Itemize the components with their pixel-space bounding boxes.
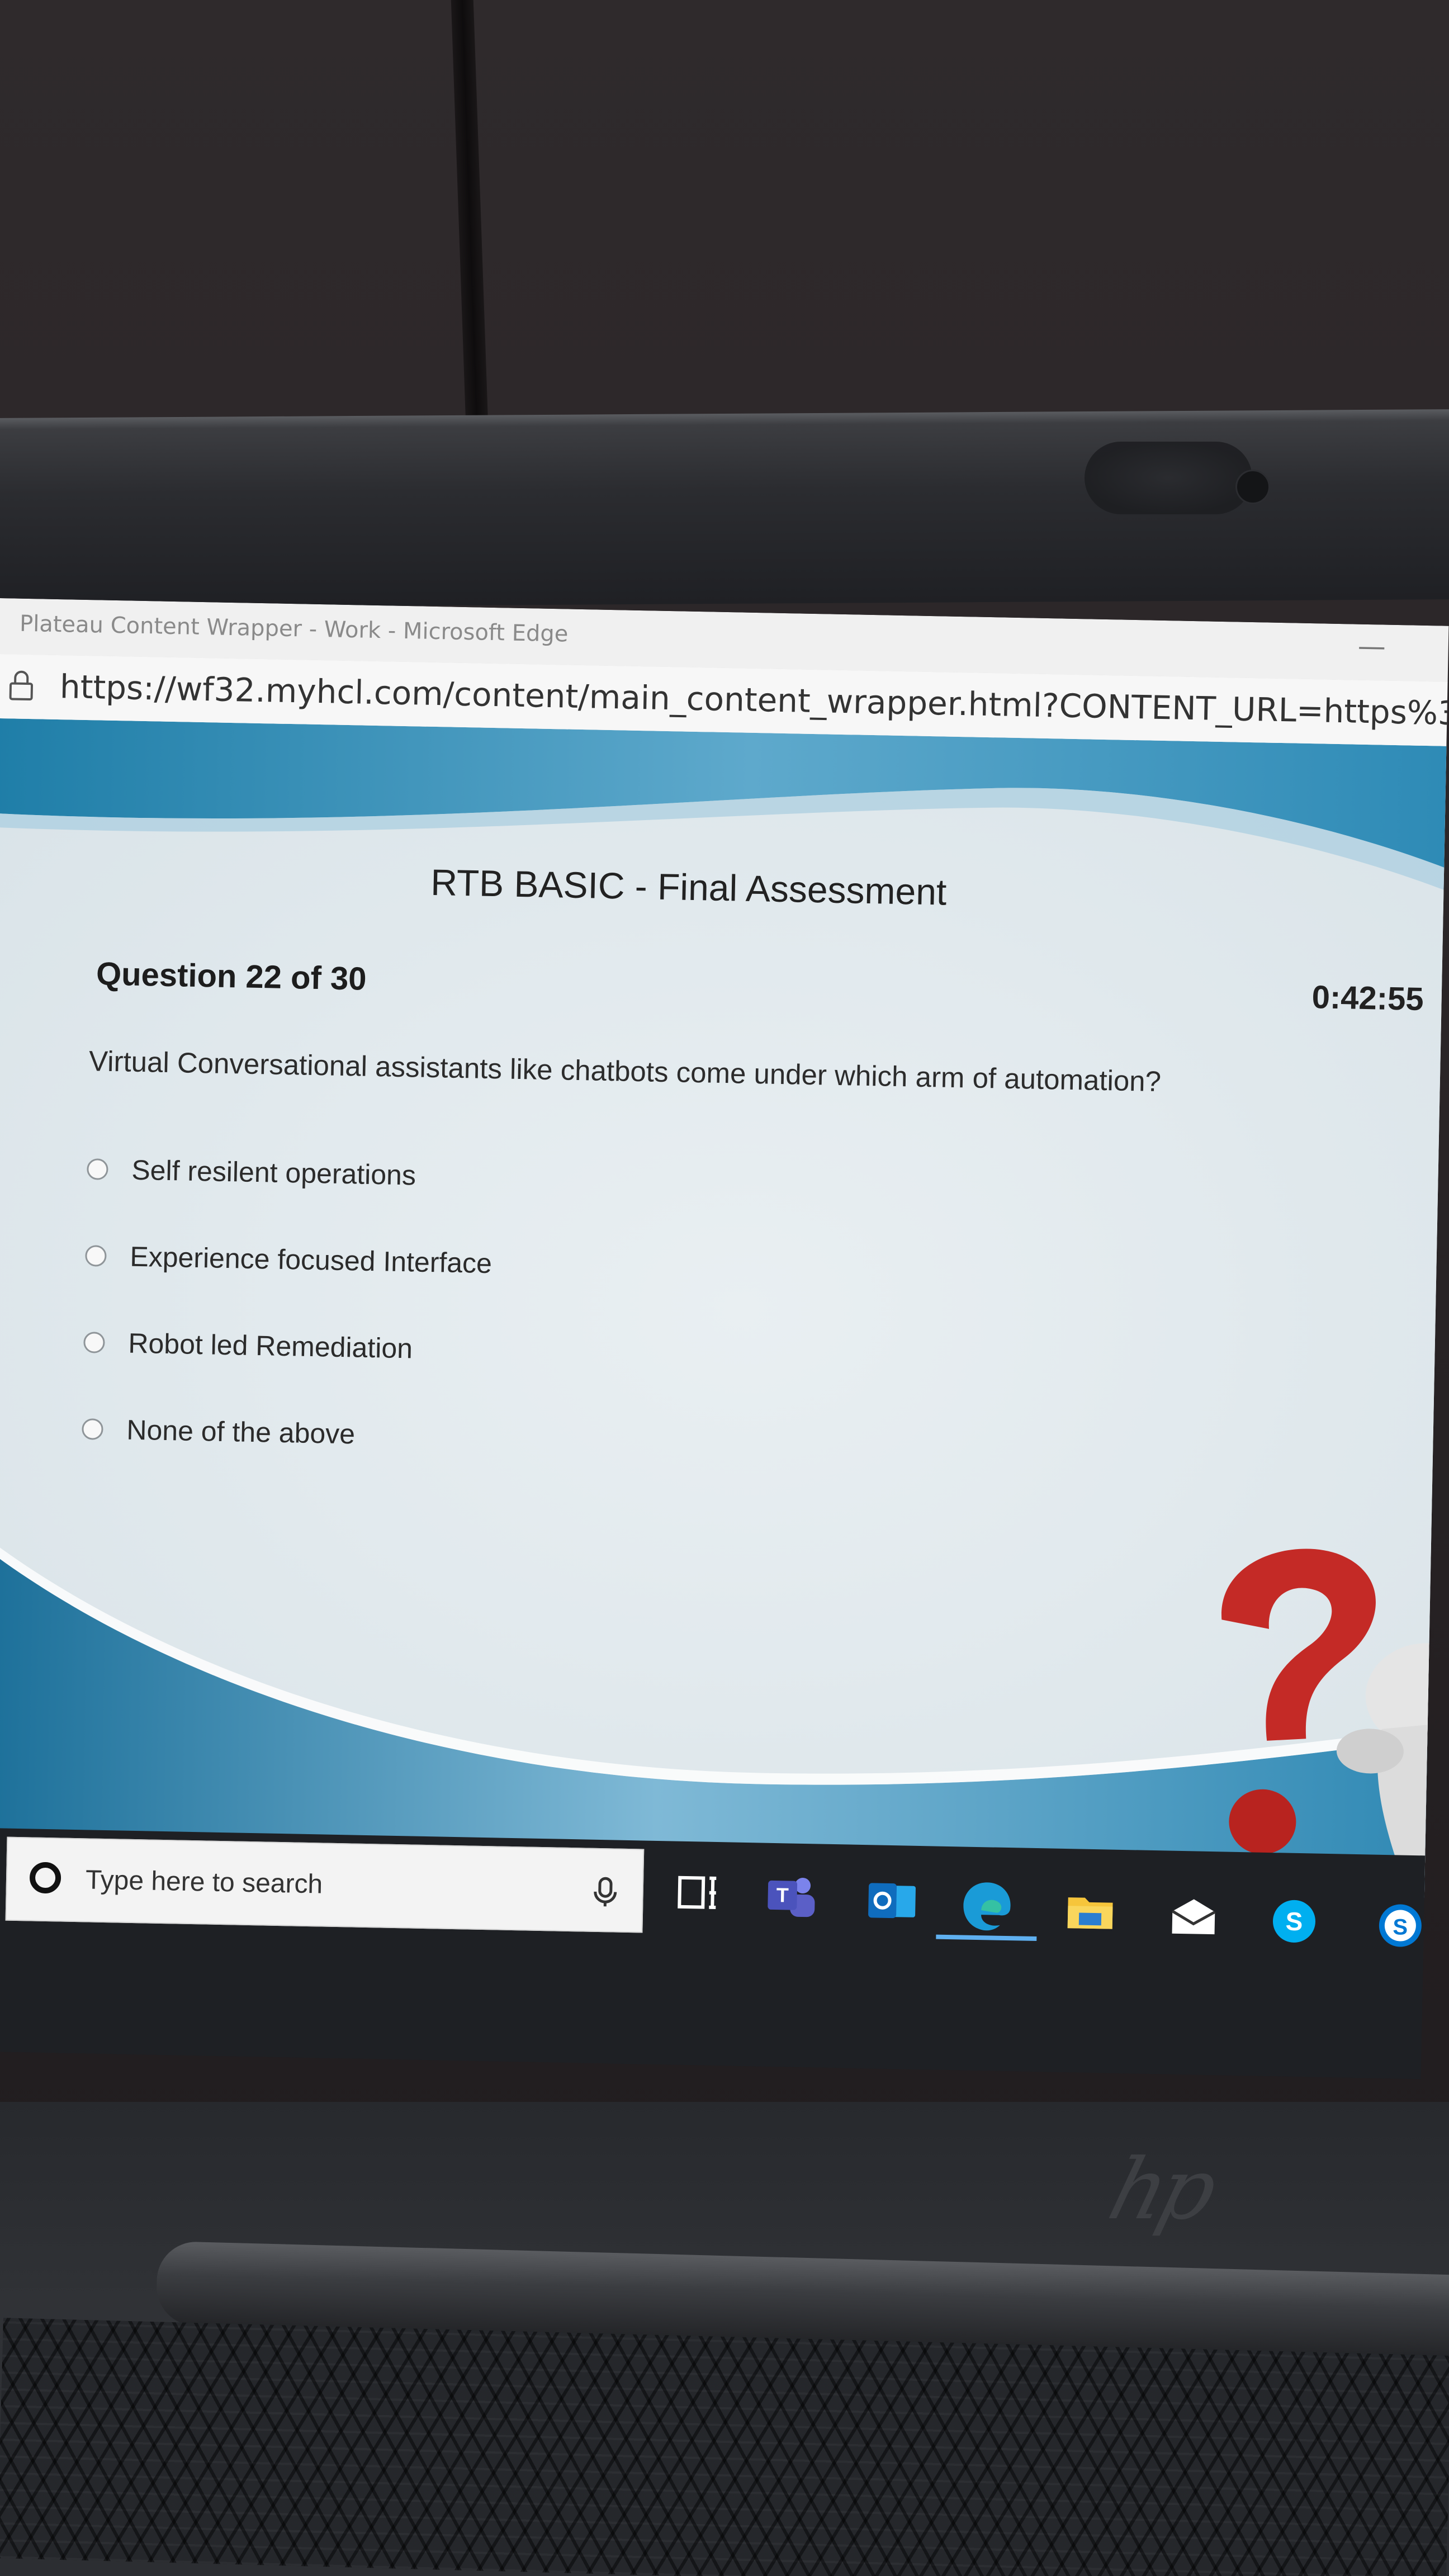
photo-scene: Plateau Content Wrapper - Work - Microso… [0,0,1449,2576]
skype-for-business-icon[interactable]: S [1372,1897,1429,1954]
teams-icon[interactable]: T [763,1868,820,1925]
countdown-timer: 0:42:55 [1311,979,1424,1018]
question-counter: Question 22 of 30 [96,955,367,997]
active-app-indicator [936,1934,1037,1942]
radio-button[interactable] [85,1244,107,1267]
taskbar-search-box[interactable]: Type here to search [5,1836,645,1933]
skype-icon[interactable]: S [1266,1893,1323,1950]
question-mark-figure-illustration [1221,1549,1449,1877]
answer-option-label[interactable]: Self resilent operations [131,1153,416,1191]
answer-option[interactable]: Self resilent operations [86,1125,494,1220]
laptop-screen: Plateau Content Wrapper - Work - Microso… [0,598,1449,2080]
course-content: RTB BASIC - Final Assessment Question 22… [0,718,1449,1899]
mail-icon[interactable] [1165,1888,1222,1945]
windows-taskbar: Type here to search T S S [0,1827,1449,2080]
task-view-icon[interactable] [671,1863,728,1920]
answer-option[interactable]: Experience focused Interface [84,1212,493,1306]
search-placeholder[interactable]: Type here to search [85,1864,323,1900]
edge-icon[interactable] [958,1877,1015,1934]
answer-options: Self resilent operations Experience focu… [81,1125,494,1480]
cortana-icon[interactable] [29,1862,61,1894]
outlook-icon[interactable] [864,1873,921,1930]
radio-button[interactable] [87,1158,108,1180]
wall-cable [451,0,489,425]
answer-option[interactable]: Robot led Remediation [83,1299,491,1393]
window-title: Plateau Content Wrapper - Work - Microso… [19,610,569,647]
microphone-icon[interactable] [588,1875,622,1909]
answer-option-label[interactable]: Robot led Remediation [128,1327,413,1365]
answer-option-label[interactable]: None of the above [126,1413,356,1450]
answer-option[interactable]: None of the above [81,1385,489,1480]
lock-icon [9,670,34,701]
webcam-lens [1235,470,1270,504]
webcam-housing [1085,442,1252,514]
svg-text:S: S [1393,1915,1408,1940]
svg-text:S: S [1285,1907,1303,1936]
svg-text:T: T [776,1883,789,1906]
speaker-grille [0,2318,1449,2576]
radio-button[interactable] [82,1418,103,1440]
answer-option-label[interactable]: Experience focused Interface [130,1240,493,1279]
file-explorer-icon[interactable] [1062,1883,1119,1940]
radio-button[interactable] [83,1331,105,1353]
minimize-button[interactable]: — [1357,630,1386,663]
